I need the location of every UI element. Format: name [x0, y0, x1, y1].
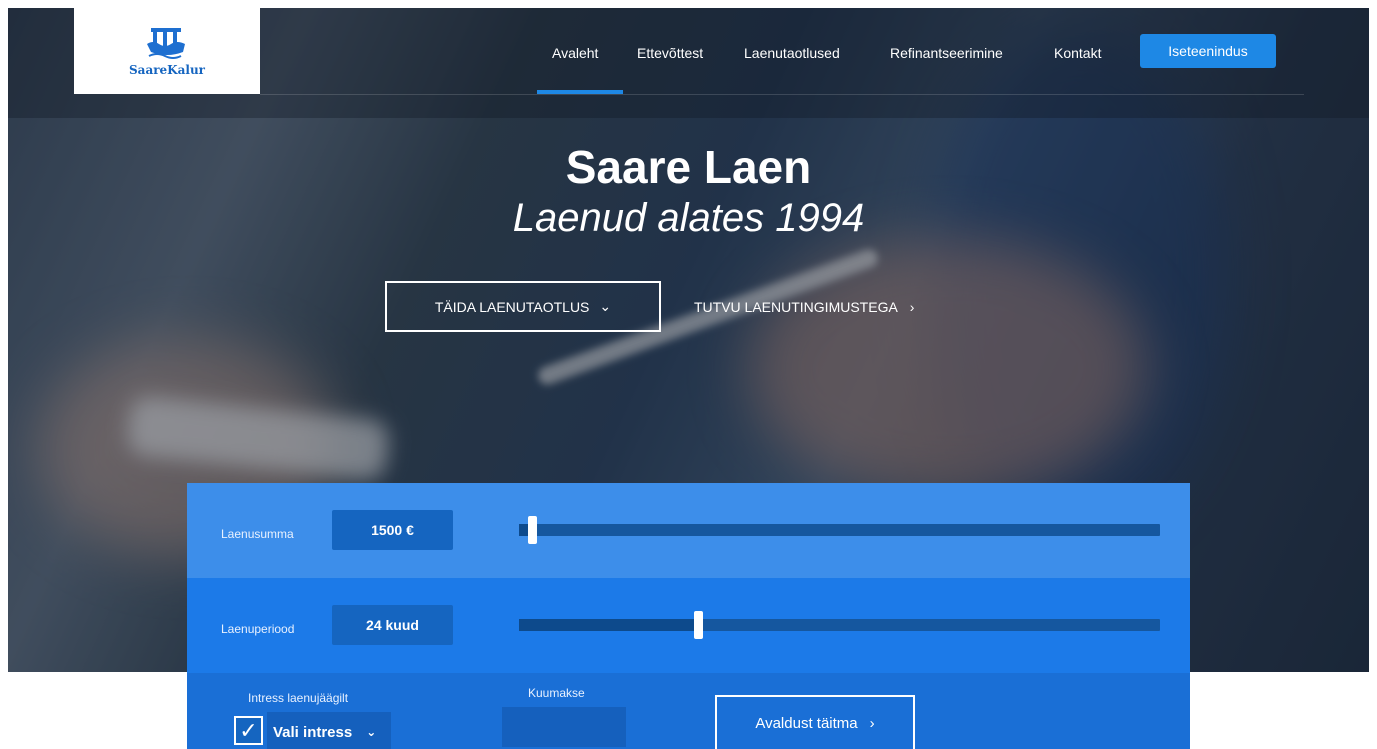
interest-label: Intress laenujäägilt — [248, 691, 349, 705]
boat-icon — [147, 27, 185, 59]
chevron-down-icon: ⌄ — [366, 725, 377, 739]
amount-row: Laenusumma 1500 € — [187, 483, 1190, 578]
monthly-payment-label: Kuumakse — [528, 686, 585, 700]
apply-button[interactable]: Avaldust täitma › — [715, 695, 915, 749]
period-row: Laenuperiood 24 kuud — [187, 578, 1190, 673]
interest-checkbox[interactable]: ✓ — [234, 716, 263, 745]
hero-title: Saare Laen — [565, 141, 812, 193]
nav-item-kontakt[interactable]: Kontakt — [1054, 45, 1101, 61]
nav-active-indicator — [537, 90, 623, 94]
checkmark-icon: ✓ — [239, 717, 258, 743]
self-service-button[interactable]: Iseteenindus — [1140, 34, 1276, 68]
amount-value[interactable]: 1500 € — [332, 510, 453, 550]
loan-calculator: Laenusumma 1500 € Laenuperiood 24 kuud I… — [187, 483, 1190, 749]
interest-select-value: Vali intress — [273, 723, 353, 741]
amount-label: Laenusumma — [221, 527, 294, 541]
nav-item-refinantseerimine[interactable]: Refinantseerimine — [890, 45, 1003, 61]
loan-terms-label: TUTVU LAENUTINGIMUSTEGA — [694, 298, 898, 315]
logo-text: SaareKalur — [129, 62, 205, 77]
period-label: Laenuperiood — [221, 622, 295, 636]
interest-select[interactable]: Vali intress ⌄ — [267, 712, 391, 749]
apply-button-label: Avaldust täitma — [755, 714, 858, 732]
chevron-down-icon: ⌄ — [599, 298, 612, 314]
period-slider-track[interactable] — [519, 611, 1160, 639]
period-slider-fill — [519, 619, 698, 631]
amount-slider-handle[interactable] — [528, 516, 537, 544]
site-logo[interactable]: SaareKalur — [74, 8, 260, 94]
fill-application-label: TÄIDA LAENUTAOTLUS — [434, 298, 590, 315]
amount-slider-track[interactable] — [519, 516, 1160, 544]
chevron-right-icon: › — [869, 714, 875, 732]
nav-item-avaleht[interactable]: Avaleht — [552, 45, 598, 61]
fill-application-button[interactable]: TÄIDA LAENUTAOTLUS ⌄ — [385, 281, 661, 332]
monthly-payment-field — [502, 707, 626, 747]
chevron-right-icon: › — [909, 298, 915, 315]
nav-item-laenutaotlused[interactable]: Laenutaotlused — [744, 45, 840, 61]
period-value[interactable]: 24 kuud — [332, 605, 453, 645]
nav-item-ettevottest[interactable]: Ettevõttest — [637, 45, 703, 61]
loan-terms-link[interactable]: TUTVU LAENUTINGIMUSTEGA › — [694, 281, 914, 332]
period-slider-handle[interactable] — [694, 611, 703, 639]
hero-subtitle: Laenud alates 1994 — [512, 196, 865, 240]
